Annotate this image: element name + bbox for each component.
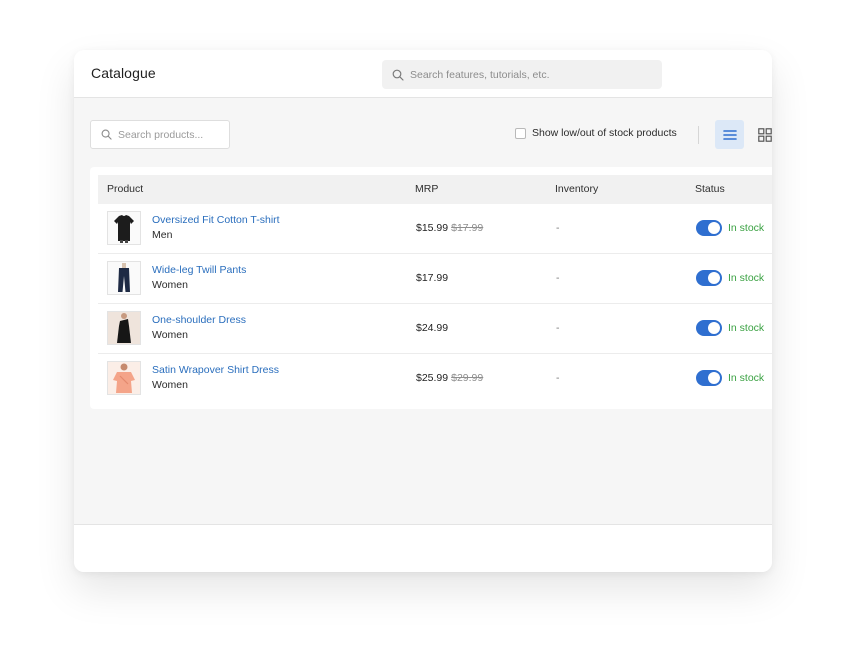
- list-view-button[interactable]: [715, 120, 744, 149]
- column-header-mrp[interactable]: MRP: [415, 183, 438, 195]
- toolbar-divider: [698, 126, 699, 144]
- search-icon: [392, 69, 404, 81]
- stock-filter-checkbox[interactable]: [515, 127, 526, 139]
- page-title: Catalogue: [91, 65, 156, 81]
- current-price: $15.99: [416, 222, 449, 234]
- product-thumbnail[interactable]: [107, 261, 141, 295]
- stock-filter-label[interactable]: Show low/out of stock products: [532, 127, 677, 139]
- product-price: $25.99 $29.99: [416, 372, 483, 384]
- stock-filter[interactable]: Show low/out of stock products: [515, 127, 677, 139]
- product-name-link[interactable]: Oversized Fit Cotton T-shirt: [152, 214, 280, 226]
- footer-bar: [74, 524, 772, 572]
- top-bar: Catalogue Search features, tutorials, et…: [74, 50, 772, 98]
- inventory-value: -: [556, 322, 560, 334]
- product-category: Women: [152, 379, 188, 391]
- table-row[interactable]: One-shoulder Dress Women $24.99 - In sto…: [98, 304, 772, 354]
- stock-toggle[interactable]: [696, 270, 722, 286]
- grid-view-icon: [758, 128, 772, 142]
- current-price: $24.99: [416, 322, 449, 334]
- toggle-knob: [708, 272, 720, 284]
- table-row[interactable]: Oversized Fit Cotton T-shirt Men $15.99 $…: [98, 204, 772, 254]
- tshirt-image-icon: [114, 215, 134, 243]
- inventory-value: -: [556, 222, 560, 234]
- pants-image-icon: [118, 263, 130, 292]
- inventory-value: -: [556, 372, 560, 384]
- product-name-link[interactable]: Wide-leg Twill Pants: [152, 264, 246, 276]
- product-price: $24.99: [416, 322, 451, 334]
- table-header: Product MRP Inventory Status: [98, 175, 772, 204]
- column-header-inventory[interactable]: Inventory: [555, 183, 598, 195]
- status-label: In stock: [728, 322, 765, 334]
- current-price: $25.99: [416, 372, 449, 384]
- search-icon: [101, 129, 112, 140]
- stock-toggle[interactable]: [696, 320, 722, 336]
- product-name-link[interactable]: Satin Wrapover Shirt Dress: [152, 364, 279, 376]
- product-thumbnail[interactable]: [107, 361, 141, 395]
- stock-toggle[interactable]: [696, 370, 722, 386]
- products-table: Product MRP Inventory Status Oversized F…: [90, 167, 772, 409]
- product-search-placeholder: Search products...: [118, 128, 204, 141]
- product-category: Women: [152, 279, 188, 291]
- grid-view-button[interactable]: [758, 124, 772, 146]
- current-price: $17.99: [416, 272, 449, 284]
- global-search-input[interactable]: Search features, tutorials, etc.: [382, 60, 662, 89]
- product-price: $15.99 $17.99: [416, 222, 483, 234]
- stock-toggle[interactable]: [696, 220, 722, 236]
- product-category: Women: [152, 329, 188, 341]
- product-price: $17.99: [416, 272, 451, 284]
- product-search-input[interactable]: Search products...: [90, 120, 230, 149]
- toggle-knob: [708, 372, 720, 384]
- toggle-knob: [708, 222, 720, 234]
- table-row[interactable]: Wide-leg Twill Pants Women $17.99 - In s…: [98, 254, 772, 304]
- inventory-value: -: [556, 272, 560, 284]
- product-thumbnail[interactable]: [107, 211, 141, 245]
- product-category: Men: [152, 229, 173, 241]
- catalogue-window: Catalogue Search features, tutorials, et…: [74, 50, 772, 572]
- product-thumbnail[interactable]: [107, 311, 141, 345]
- dress-image-icon: [117, 313, 131, 343]
- column-header-status[interactable]: Status: [695, 183, 725, 195]
- toggle-knob: [708, 322, 720, 334]
- shirt-dress-image-icon: [113, 363, 135, 393]
- product-name-link[interactable]: One-shoulder Dress: [152, 314, 246, 326]
- original-price: $17.99: [451, 222, 484, 234]
- list-view-icon: [722, 129, 737, 140]
- global-search-placeholder: Search features, tutorials, etc.: [410, 68, 550, 81]
- status-label: In stock: [728, 372, 765, 384]
- status-label: In stock: [728, 222, 765, 234]
- original-price: $29.99: [451, 372, 484, 384]
- status-label: In stock: [728, 272, 765, 284]
- table-row[interactable]: Satin Wrapover Shirt Dress Women $25.99 $…: [98, 354, 772, 404]
- column-header-product[interactable]: Product: [107, 183, 143, 195]
